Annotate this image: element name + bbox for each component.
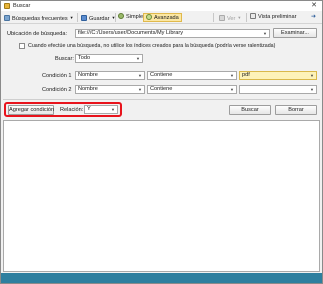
condition-1-value: pdf <box>242 72 250 78</box>
preview-icon <box>250 13 256 19</box>
toolbar-divider <box>115 13 116 22</box>
advanced-search-button[interactable]: Avanzada <box>143 13 182 22</box>
chevron-down-icon: ▼ <box>237 15 242 20</box>
search-scope-label: Buscar: <box>55 56 74 62</box>
frequent-searches-label: Búsquedas frecuentes <box>12 16 68 22</box>
condition-1-operator-select[interactable]: Contiene ▼ <box>147 71 237 80</box>
simple-label: Simple <box>126 14 144 20</box>
chevron-down-icon[interactable]: ▼ <box>137 72 143 79</box>
preview-label: Vista preliminar <box>258 14 297 20</box>
title-bar: Buscar ✕ <box>1 1 322 11</box>
condition-1-field-select[interactable]: Nombre ▼ <box>75 71 145 80</box>
condition-2-field-value: Nombre <box>78 86 98 92</box>
condition-2-value-input[interactable]: ▼ <box>239 85 317 94</box>
search-window: Buscar ✕ Búsquedas frecuentes ▼ Guardar ▼ … <box>0 0 323 284</box>
view-label: Ver <box>227 16 236 22</box>
condition-2-field-select[interactable]: Nombre ▼ <box>75 85 145 94</box>
chevron-down-icon[interactable]: ▼ <box>309 72 315 79</box>
chevron-down-icon[interactable]: ▼ <box>229 86 235 93</box>
search-location-combo[interactable]: file:///C:/Users/user/Documents/My Libra… <box>75 29 270 38</box>
condition-2-operator-select[interactable]: Contiene ▼ <box>147 85 237 94</box>
chevron-down-icon[interactable]: ▼ <box>229 72 235 79</box>
view-icon <box>219 15 225 21</box>
search-button[interactable]: Buscar <box>229 105 271 115</box>
condition-1-operator-value: Contiene <box>150 72 173 78</box>
section-divider <box>3 99 320 100</box>
clear-button[interactable]: Borrar <box>275 105 317 115</box>
toolbar-divider <box>213 13 214 22</box>
advanced-search-icon <box>146 14 152 20</box>
frequent-searches-button[interactable]: Búsquedas frecuentes ▼ <box>4 13 74 22</box>
simple-search-button[interactable]: Simple <box>118 13 143 22</box>
search-scope-select[interactable]: Todo ▼ <box>75 54 143 63</box>
search-location-value: file:///C:/Users/user/Documents/My Libra… <box>78 30 184 36</box>
toolbar-divider <box>246 13 247 22</box>
highlight-annotation <box>4 102 122 117</box>
save-label: Guardar <box>89 16 110 22</box>
condition-2-operator-value: Contiene <box>150 86 173 92</box>
close-icon[interactable]: ✕ <box>309 1 319 10</box>
condition-1-field-value: Nombre <box>78 72 98 78</box>
save-button[interactable]: Guardar ▼ <box>81 13 116 22</box>
condition-1-label: Condición 1 <box>42 73 72 79</box>
simple-search-icon <box>118 13 124 19</box>
chevron-down-icon[interactable]: ▼ <box>137 86 143 93</box>
no-index-checkbox[interactable] <box>19 43 25 49</box>
window-title: Buscar <box>13 3 31 9</box>
condition-2-label: Condición 2 <box>42 87 72 93</box>
pin-icon[interactable]: ➜ <box>311 13 316 22</box>
search-scope-value: Todo <box>78 55 91 61</box>
chevron-down-icon[interactable]: ▼ <box>135 55 141 62</box>
search-list-icon <box>4 15 10 21</box>
search-location-label: Ubicación de búsqueda: <box>7 31 68 37</box>
app-icon <box>4 3 10 9</box>
chevron-down-icon: ▼ <box>69 15 74 20</box>
status-bar <box>1 273 322 283</box>
toolbar-divider <box>77 13 78 22</box>
save-icon <box>81 15 87 21</box>
condition-1-value-input[interactable]: pdf ▼ <box>239 71 317 80</box>
advanced-label: Avanzada <box>154 15 179 21</box>
browse-button[interactable]: Examinar... <box>273 28 317 38</box>
chevron-down-icon[interactable]: ▼ <box>309 86 315 93</box>
chevron-down-icon[interactable]: ▼ <box>262 30 268 37</box>
preview-button[interactable]: Vista preliminar <box>250 13 296 22</box>
no-index-label: Cuando efectúe una búsqueda, no utilice … <box>28 43 276 49</box>
results-pane[interactable] <box>3 120 320 272</box>
toolbar: Búsquedas frecuentes ▼ Guardar ▼ Simple Av… <box>1 11 322 24</box>
view-button[interactable]: Ver ▼ <box>219 13 241 22</box>
